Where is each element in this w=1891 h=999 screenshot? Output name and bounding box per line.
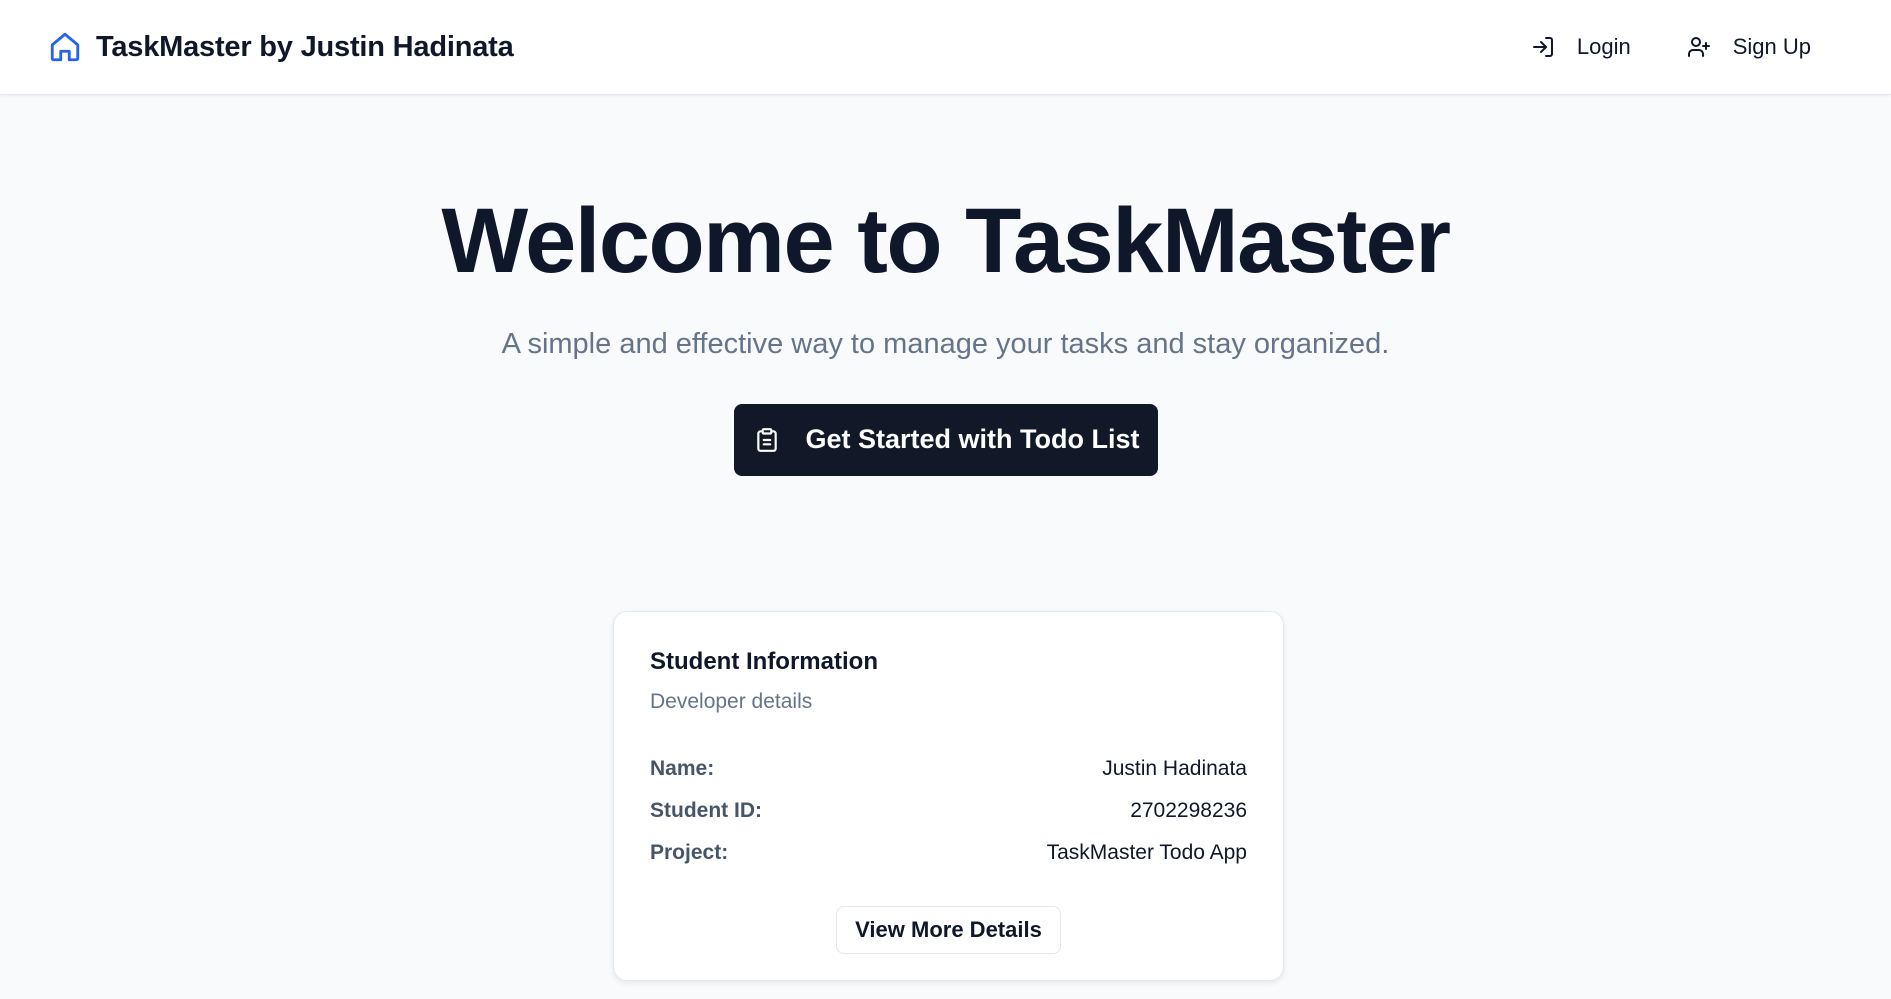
project-label: Project: xyxy=(650,841,729,864)
home-icon xyxy=(48,30,82,64)
top-navbar: TaskMaster by Justin Hadinata Login Sign… xyxy=(0,0,1891,95)
login-button[interactable]: Login xyxy=(1523,28,1639,66)
nav-actions: Login Sign Up xyxy=(1523,28,1843,66)
user-plus-icon xyxy=(1687,35,1711,59)
student-info-card: Student Information Developer details Na… xyxy=(613,611,1284,981)
get-started-label: Get Started with Todo List xyxy=(805,424,1140,455)
card-footer: View More Details xyxy=(650,906,1247,954)
student-id-label: Student ID: xyxy=(650,799,762,822)
hero-title: Welcome to TaskMaster xyxy=(441,190,1451,292)
signup-button[interactable]: Sign Up xyxy=(1679,28,1819,66)
view-more-details-button[interactable]: View More Details xyxy=(836,906,1061,954)
card-title: Student Information xyxy=(650,648,878,675)
info-row-student-id: Student ID: 2702298236 xyxy=(650,790,1247,832)
clipboard-icon xyxy=(754,427,780,453)
brand-title: TaskMaster by Justin Hadinata xyxy=(96,30,514,63)
login-label: Login xyxy=(1576,34,1631,59)
info-row-name: Name: Justin Hadinata xyxy=(650,748,1247,790)
card-description: Developer details xyxy=(650,690,813,713)
project-value: TaskMaster Todo App xyxy=(1046,841,1247,864)
hero-subtitle: A simple and effective way to manage you… xyxy=(501,328,1390,360)
name-value: Justin Hadinata xyxy=(1102,757,1247,780)
get-started-button[interactable]: Get Started with Todo List xyxy=(733,403,1158,476)
brand-link[interactable]: TaskMaster by Justin Hadinata xyxy=(48,30,514,64)
info-list: Name: Justin Hadinata Student ID: 270229… xyxy=(650,748,1247,874)
name-label: Name: xyxy=(650,757,715,780)
signup-label: Sign Up xyxy=(1732,34,1811,59)
student-id-value: 2702298236 xyxy=(1130,799,1247,822)
info-row-project: Project: TaskMaster Todo App xyxy=(650,832,1247,874)
hero-section: Welcome to TaskMaster A simple and effec… xyxy=(0,95,1891,476)
log-in-icon xyxy=(1531,35,1555,59)
